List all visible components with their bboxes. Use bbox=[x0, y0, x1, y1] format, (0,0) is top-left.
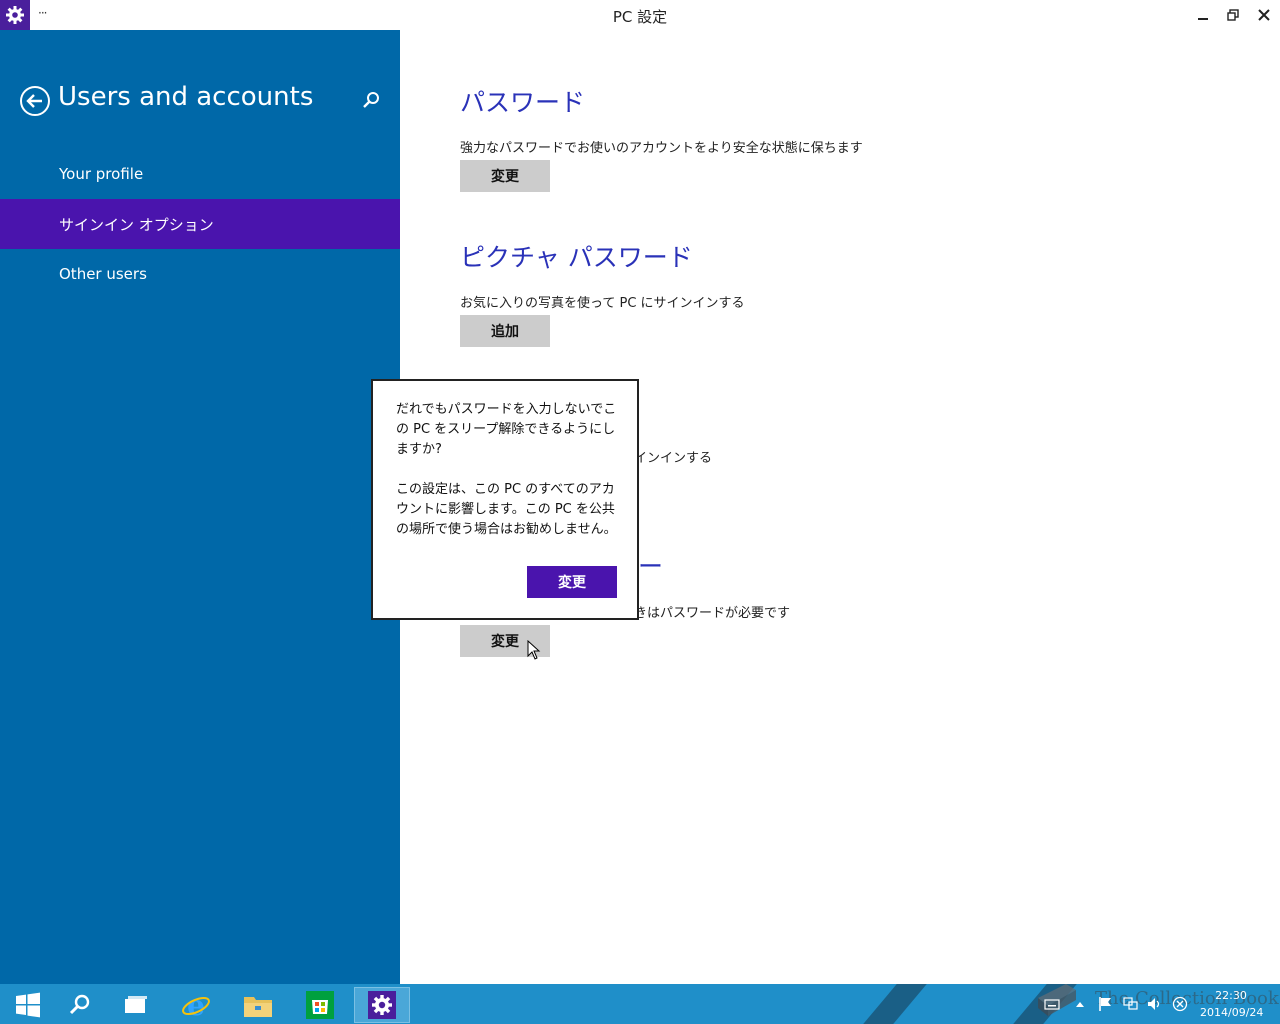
confirm-flyout: だれでもパスワードを入力しないでこの PC をスリープ解除できるようにしますか?… bbox=[371, 379, 639, 620]
error-status-icon[interactable] bbox=[1172, 996, 1188, 1012]
sidebar-item-other-users[interactable]: Other users bbox=[0, 249, 400, 299]
sidebar-item-label: Your profile bbox=[59, 165, 144, 183]
store-icon[interactable] bbox=[292, 987, 348, 1023]
sidebar-item-your-profile[interactable]: Your profile bbox=[0, 149, 400, 199]
page-title: Users and accounts bbox=[58, 82, 314, 112]
sidebar-item-label: Other users bbox=[59, 265, 147, 283]
task-view-icon[interactable] bbox=[108, 987, 164, 1023]
password-policy-description: きはパスワードが必要です bbox=[634, 606, 791, 621]
flyout-change-button[interactable]: 変更 bbox=[527, 566, 617, 598]
picture-password-heading: ピクチャ パスワード bbox=[460, 243, 693, 272]
flyout-note: この設定は、この PC のすべてのアカウントに影響します。この PC を公共の場… bbox=[396, 482, 617, 537]
keyboard-icon[interactable] bbox=[1044, 996, 1060, 1012]
title-bar: ··· PC 設定 bbox=[0, 0, 1280, 30]
file-explorer-icon[interactable] bbox=[230, 987, 286, 1023]
clock-date[interactable]: 2014/09/24 bbox=[1200, 1006, 1263, 1019]
window-title: PC 設定 bbox=[612, 8, 668, 26]
clock-time[interactable]: 22:30 bbox=[1200, 989, 1262, 1002]
password-change-button[interactable]: 変更 bbox=[460, 160, 550, 192]
password-policy-heading: ー bbox=[638, 552, 664, 581]
volume-icon[interactable] bbox=[1146, 996, 1162, 1012]
network-icon[interactable] bbox=[1122, 996, 1138, 1012]
flyout-question: だれでもパスワードを入力しないでこの PC をスリープ解除できるようにしますか? bbox=[396, 402, 617, 457]
picture-password-description: お気に入りの写真を使って PC にサインインする bbox=[460, 296, 745, 311]
pc-settings-taskbar-icon[interactable] bbox=[354, 987, 410, 1023]
mouse-cursor-icon bbox=[527, 639, 541, 660]
taskbar-search-icon[interactable] bbox=[52, 987, 108, 1023]
sidebar-item-label: サインイン オプション bbox=[59, 215, 214, 234]
search-icon[interactable] bbox=[361, 90, 381, 110]
password-description: 強力なパスワードでお使いのアカウントをより安全な状態に保ちます bbox=[460, 141, 863, 156]
sidebar-item-sign-in-options[interactable]: サインイン オプション bbox=[0, 199, 400, 249]
restore-icon[interactable] bbox=[1222, 4, 1244, 26]
taskbar: e The Collection Book 22:30 2014/09/24 bbox=[0, 984, 1280, 1024]
taskbar-stripe bbox=[863, 984, 927, 1024]
close-icon[interactable] bbox=[1253, 4, 1275, 26]
back-arrow-icon[interactable] bbox=[19, 85, 51, 117]
internet-explorer-icon[interactable]: e bbox=[168, 987, 224, 1023]
pin-description: インインする bbox=[634, 451, 713, 466]
sidebar: Users and accounts Your profile サインイン オプ… bbox=[0, 30, 400, 984]
start-button[interactable] bbox=[0, 987, 56, 1023]
windows-logo-icon bbox=[16, 992, 40, 1018]
action-center-flag-icon[interactable] bbox=[1097, 996, 1113, 1012]
svg-text:e: e bbox=[187, 990, 205, 1020]
picture-password-add-button[interactable]: 追加 bbox=[460, 315, 550, 347]
password-heading: パスワード bbox=[460, 88, 586, 117]
show-hidden-icons-chevron-icon[interactable] bbox=[1072, 996, 1088, 1012]
minimize-icon[interactable] bbox=[1192, 4, 1214, 26]
